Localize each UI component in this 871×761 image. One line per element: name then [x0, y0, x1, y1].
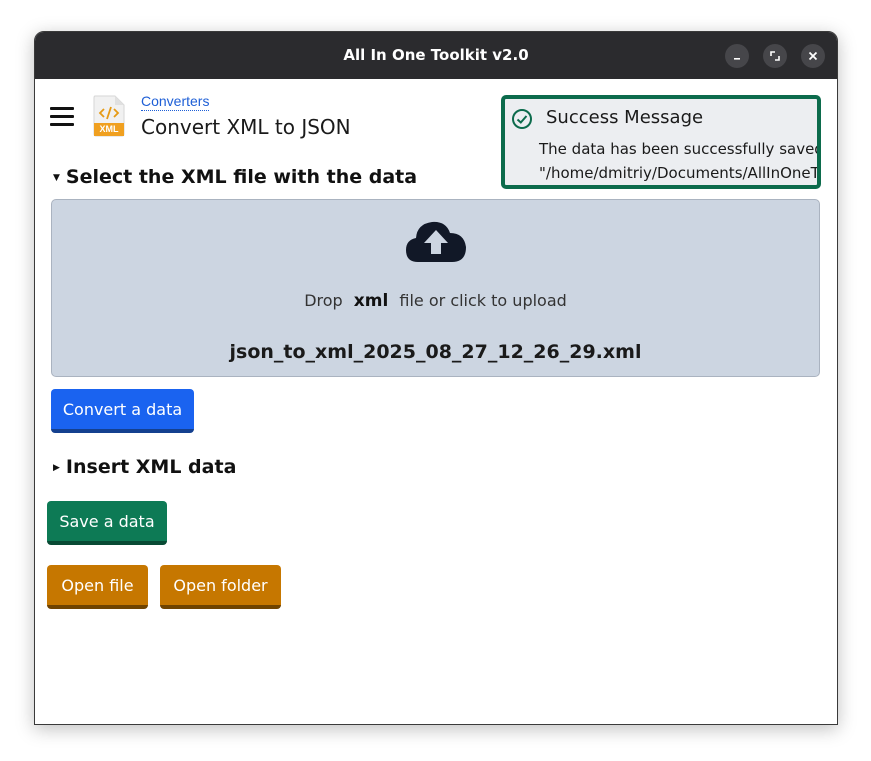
xml-file-icon: XML — [92, 95, 126, 137]
dropzone-hint-format: xml — [353, 291, 389, 311]
maximize-icon — [770, 51, 780, 61]
cloud-upload-icon — [406, 221, 466, 262]
app-window: All In One Toolkit v2.0 XML Converters C… — [34, 31, 838, 725]
section-select-file-label: Select the XML file with the data — [65, 166, 418, 188]
file-dropzone[interactable]: Drop xml file or click to upload json_to… — [51, 199, 820, 377]
success-toast[interactable]: Success Message The data has been succes… — [501, 95, 821, 189]
toast-message: The data has been successfully saved "/h… — [539, 137, 821, 185]
section-select-file[interactable]: ▼ Select the XML file with the data — [53, 166, 417, 188]
toast-message-line2: "/home/dmitriy/Documents/AllInOneToolkit — [539, 164, 818, 182]
convert-button[interactable]: Convert a data — [51, 389, 194, 433]
section-insert-data[interactable]: ▶ Insert XML data — [53, 456, 236, 478]
section-insert-data-label: Insert XML data — [65, 456, 237, 478]
close-button[interactable] — [801, 44, 825, 68]
xml-file-icon-label: XML — [99, 124, 119, 134]
close-icon — [808, 51, 818, 61]
page-title: Convert XML to JSON — [141, 115, 351, 139]
dropzone-hint: Drop xml file or click to upload — [52, 291, 819, 311]
expanded-triangle-icon: ▼ — [53, 172, 60, 183]
open-file-button[interactable]: Open file — [47, 565, 148, 609]
title-bar[interactable]: All In One Toolkit v2.0 — [35, 32, 837, 79]
dropzone-hint-after: file or click to upload — [399, 291, 567, 310]
open-folder-button[interactable]: Open folder — [160, 565, 281, 609]
toast-message-line1: The data has been successfully saved — [539, 140, 821, 158]
minimize-button[interactable] — [725, 44, 749, 68]
breadcrumb-link[interactable]: Converters — [141, 93, 210, 111]
collapsed-triangle-icon: ▶ — [53, 462, 60, 473]
maximize-button[interactable] — [763, 44, 787, 68]
dropzone-hint-before: Drop — [304, 291, 343, 310]
save-button[interactable]: Save a data — [47, 501, 167, 545]
hamburger-menu-icon[interactable] — [50, 107, 74, 127]
main-content: XML Converters Convert XML to JSON Succe… — [35, 79, 837, 724]
window-title: All In One Toolkit v2.0 — [343, 46, 529, 64]
toast-title: Success Message — [546, 107, 704, 128]
check-circle-icon — [512, 109, 532, 129]
selected-filename: json_to_xml_2025_08_27_12_26_29.xml — [229, 341, 642, 363]
minimize-icon — [734, 58, 740, 60]
